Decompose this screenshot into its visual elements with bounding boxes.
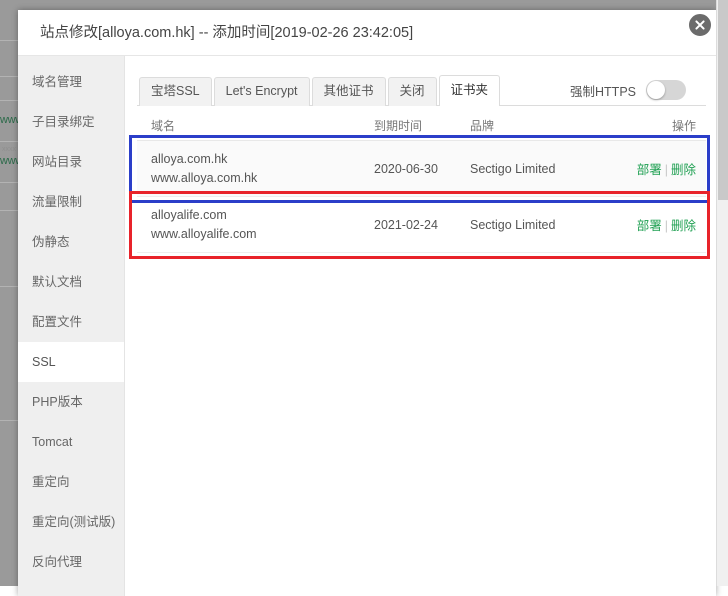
sidebar-item-9[interactable]: Tomcat (18, 422, 124, 462)
domain-line: alloyalife.com (151, 206, 374, 225)
sidebar-item-8[interactable]: PHP版本 (18, 382, 124, 422)
sidebar-item-1[interactable]: 子目录绑定 (18, 102, 124, 142)
column-header-brand: 品牌 (470, 117, 610, 134)
tab-strip: 宝塔SSLLet's Encrypt其他证书关闭证书夹 强制HTTPS (137, 70, 706, 106)
sidebar-item-5[interactable]: 默认文档 (18, 262, 124, 302)
site-edit-modal: 站点修改[alloya.com.hk] -- 添加时间[2019-02-26 2… (18, 10, 716, 596)
force-https-toggle[interactable] (646, 80, 686, 100)
page-scrollbar[interactable] (716, 0, 728, 586)
sidebar-item-6[interactable]: 配置文件 (18, 302, 124, 342)
toggle-knob (647, 81, 665, 99)
scrollbar-thumb[interactable] (718, 0, 728, 200)
action-separator: | (662, 219, 671, 233)
domain-line: www.alloyalife.com (151, 225, 374, 244)
cell-brand: Sectigo Limited (470, 218, 610, 232)
delete-link[interactable]: 删除 (671, 219, 696, 233)
cell-actions: 部署|删除 (610, 215, 706, 235)
cell-brand: Sectigo Limited (470, 162, 610, 176)
domain-line: www.alloya.com.hk (151, 169, 374, 188)
table-row[interactable]: alloya.com.hkwww.alloya.com.hk2020-06-30… (137, 141, 706, 197)
deploy-link[interactable]: 部署 (637, 163, 662, 177)
deploy-link[interactable]: 部署 (637, 219, 662, 233)
sidebar-item-10[interactable]: 重定向 (18, 462, 124, 502)
table-body: alloya.com.hkwww.alloya.com.hk2020-06-30… (137, 141, 706, 253)
sidebar-item-4[interactable]: 伪静态 (18, 222, 124, 262)
modal-content: 宝塔SSLLet's Encrypt其他证书关闭证书夹 强制HTTPS 域名 到… (125, 56, 716, 596)
delete-link[interactable]: 删除 (671, 163, 696, 177)
modal-body: 域名管理子目录绑定网站目录流量限制伪静态默认文档配置文件SSLPHP版本Tomc… (18, 56, 716, 596)
force-https-label: 强制HTTPS (570, 81, 636, 100)
column-header-domain: 域名 (137, 117, 374, 134)
sidebar-item-11[interactable]: 重定向(测试版) (18, 502, 124, 542)
column-header-expire: 到期时间 (374, 117, 470, 134)
tab-1[interactable]: Let's Encrypt (214, 77, 310, 106)
force-https-control: 强制HTTPS (570, 80, 706, 105)
modal-sidebar: 域名管理子目录绑定网站目录流量限制伪静态默认文档配置文件SSLPHP版本Tomc… (18, 56, 125, 596)
certificate-table: 域名 到期时间 品牌 操作 alloya.com.hkwww.alloya.co… (137, 117, 706, 253)
column-header-action: 操作 (610, 117, 706, 134)
table-row[interactable]: alloyalife.comwww.alloyalife.com2021-02-… (137, 197, 706, 253)
tab-3[interactable]: 关闭 (388, 77, 437, 106)
sidebar-item-0[interactable]: 域名管理 (18, 62, 124, 102)
tab-2[interactable]: 其他证书 (312, 77, 386, 106)
tab-4[interactable]: 证书夹 (439, 75, 501, 106)
sidebar-item-3[interactable]: 流量限制 (18, 182, 124, 222)
table-header-row: 域名 到期时间 品牌 操作 (137, 117, 706, 141)
cell-expire-date: 2021-02-24 (374, 218, 470, 232)
tab-0[interactable]: 宝塔SSL (139, 77, 212, 106)
sidebar-item-12[interactable]: 反向代理 (18, 542, 124, 582)
modal-title: 站点修改[alloya.com.hk] -- 添加时间[2019-02-26 2… (18, 10, 716, 56)
sidebar-item-7[interactable]: SSL (18, 342, 124, 382)
backdrop-faint-text: xxxx (2, 146, 16, 153)
tab-list: 宝塔SSLLet's Encrypt其他证书关闭证书夹 (139, 74, 502, 105)
cell-domain: alloyalife.comwww.alloyalife.com (137, 206, 374, 244)
cell-expire-date: 2020-06-30 (374, 162, 470, 176)
domain-line: alloya.com.hk (151, 150, 374, 169)
sidebar-item-2[interactable]: 网站目录 (18, 142, 124, 182)
cell-domain: alloya.com.hkwww.alloya.com.hk (137, 150, 374, 188)
cell-actions: 部署|删除 (610, 159, 706, 179)
action-separator: | (662, 163, 671, 177)
close-icon[interactable] (687, 12, 713, 38)
